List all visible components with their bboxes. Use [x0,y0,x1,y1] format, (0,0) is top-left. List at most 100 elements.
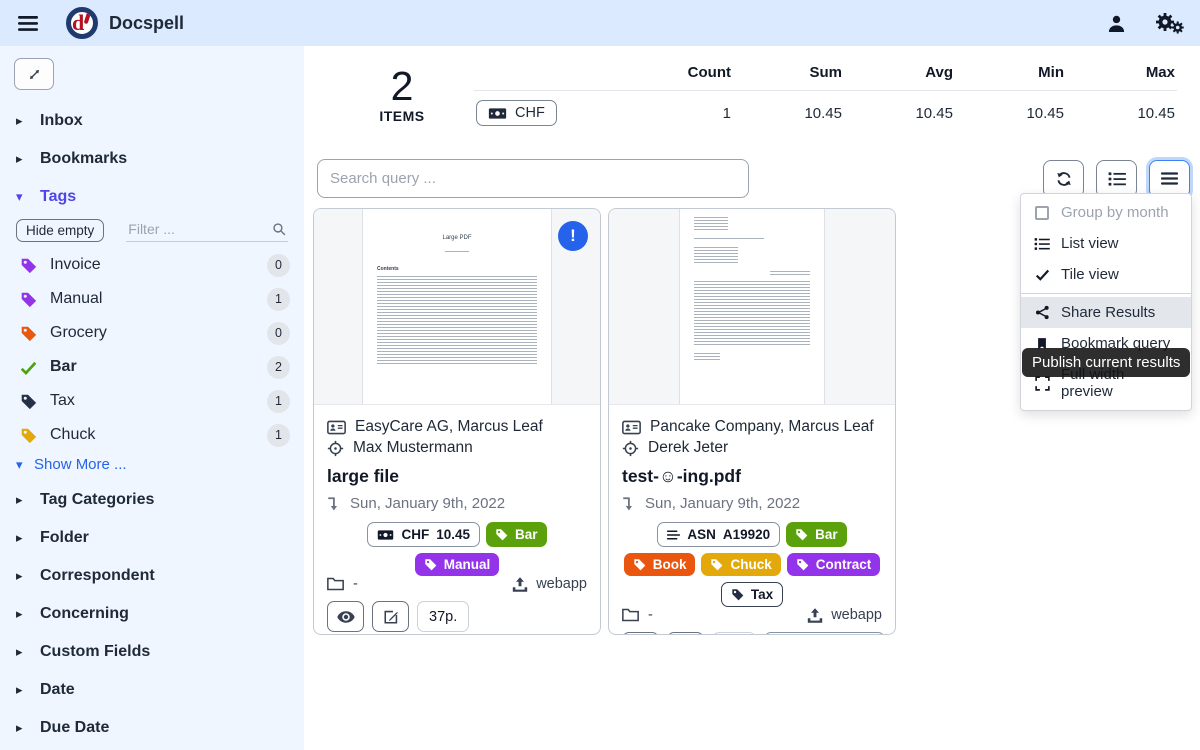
tag-item-chuck[interactable]: Chuck 1 [0,418,304,452]
edit-button[interactable] [667,632,704,635]
stats-header-count: Count [622,60,733,91]
tag-icon [633,558,646,571]
caret-right-icon: ▸ [16,492,26,508]
item-menu-dropdown: Group by month List view Tile view [1020,193,1192,411]
sidebar-collapse-button[interactable] [14,58,54,90]
gears-icon[interactable] [1154,12,1184,34]
thumbnail-doc-title: Large PDF [377,235,537,241]
due-date-chip: 2022/01/29 [764,632,885,635]
tag-icon [731,588,744,601]
app-root: d Docspell [0,0,1200,750]
show-more-link[interactable]: ▾ Show More ... [0,452,304,481]
menu-item-share-results[interactable]: Share Results [1021,297,1191,328]
refresh-icon [1055,170,1073,188]
item-title[interactable]: large file [327,466,587,487]
item-card[interactable]: Pancake Company, Marcus Leaf Derek Jeter… [608,208,896,635]
tag-filter [126,218,288,242]
upload-icon [512,577,528,592]
tag-count-badge: 1 [267,390,290,413]
amount-badge: CHF 10.45 [367,522,480,547]
navbar-right [1107,12,1184,34]
items-count-value: 2 [336,65,468,107]
tag-item-bar[interactable]: Bar 2 [0,350,304,384]
tag-icon [20,393,37,410]
sidebar-item-bookmarks[interactable]: ▸ Bookmarks [0,140,304,178]
concerning-line: Derek Jeter [622,439,882,457]
stats-header-sum: Sum [733,60,844,91]
app-title: Docspell [109,13,184,34]
preview-button[interactable] [622,632,659,635]
tag-item-grocery[interactable]: Grocery 0 [0,316,304,350]
search-input[interactable] [317,159,749,198]
sidebar-item-tag-categories[interactable]: ▸ Tag Categories [0,481,304,519]
sidebar-item-inbox[interactable]: ▸ Inbox [0,102,304,140]
bars-icon [667,529,680,541]
tag-controls: Hide empty [0,216,304,248]
menu-divider [1021,293,1191,294]
bars-icon [1161,171,1178,186]
stats-header-min: Min [955,60,1066,91]
item-menu-button[interactable] [1149,160,1190,198]
sidebar-item-date[interactable]: ▸ Date [0,671,304,709]
stats-value-count: 1 [622,91,733,132]
sidebar: ▸ Inbox ▸ Bookmarks ▾ Tags Hide empty [0,46,304,750]
user-icon[interactable] [1107,14,1126,33]
caret-right-icon: ▸ [16,644,26,660]
item-card[interactable]: Large PDF Contents ! EasyCare AG, M [313,208,601,635]
folder-icon [327,577,344,591]
tag-icon [710,558,723,571]
sidebar-item-folder[interactable]: ▸ Folder [0,519,304,557]
item-date-line: Sun, January 9th, 2022 [622,495,882,512]
tag-item-tax[interactable]: Tax 1 [0,384,304,418]
hide-empty-button[interactable]: Hide empty [16,219,104,242]
item-title[interactable]: test-☺-ing.pdf [622,466,882,487]
caret-right-icon: ▸ [16,720,26,736]
item-thumbnail[interactable] [609,209,895,405]
sidebar-item-tags[interactable]: ▾ Tags [0,178,304,216]
sidebar-item-custom-fields[interactable]: ▸ Custom Fields [0,633,304,671]
page-count-chip: 1p. [712,632,756,635]
sidebar-item-concerning[interactable]: ▸ Concerning [0,595,304,633]
stats-header-avg: Avg [844,60,955,91]
refresh-button[interactable] [1043,160,1084,198]
arrow-turn-down-icon [622,495,635,512]
tag-item-manual[interactable]: Manual 1 [0,282,304,316]
tag-badge: Manual [415,553,500,576]
share-icon [1033,305,1051,320]
app-logo[interactable]: d Docspell [66,7,184,39]
tag-item-invoice[interactable]: Invoice 0 [0,248,304,282]
item-date-line: Sun, January 9th, 2022 [327,495,587,512]
crosshairs-icon [622,440,639,457]
tag-badge: Book [624,553,696,576]
address-card-icon [327,420,346,435]
list-view-button[interactable] [1096,160,1137,198]
tag-filter-input[interactable] [126,218,288,242]
source-value: webapp [831,607,882,623]
preview-button[interactable] [327,601,364,632]
folder-icon [622,608,639,622]
tag-icon [20,427,37,444]
concerning-line: Max Mustermann [327,439,587,457]
menu-item-group-by-month[interactable]: Group by month [1021,197,1191,228]
menu-item-tile-view[interactable]: Tile view [1021,259,1191,290]
stats-value-max: 10.45 [1066,91,1177,132]
stats-value-min: 10.45 [955,91,1066,132]
main-content: 2 ITEMS Count Sum Avg Min Max CHF [304,46,1200,750]
check-icon [20,359,37,376]
tag-icon [20,325,37,342]
menu-toggle-icon[interactable] [16,11,40,35]
caret-right-icon: ▸ [16,568,26,584]
source-value: webapp [536,576,587,592]
tag-count-badge: 0 [267,254,290,277]
view-toolbar [1043,160,1190,198]
item-thumbnail[interactable]: Large PDF Contents ! [314,209,600,405]
diagonal-arrows-icon [27,67,42,82]
tag-badge: Bar [486,522,547,547]
item-badges: ASN A19920 Bar Book [622,522,882,607]
edit-button[interactable] [372,601,409,632]
sidebar-item-due-date[interactable]: ▸ Due Date [0,709,304,747]
stats-header-max: Max [1066,60,1177,91]
sidebar-item-correspondent[interactable]: ▸ Correspondent [0,557,304,595]
correspondent-line: Pancake Company, Marcus Leaf [622,418,882,436]
menu-item-list-view[interactable]: List view [1021,228,1191,259]
